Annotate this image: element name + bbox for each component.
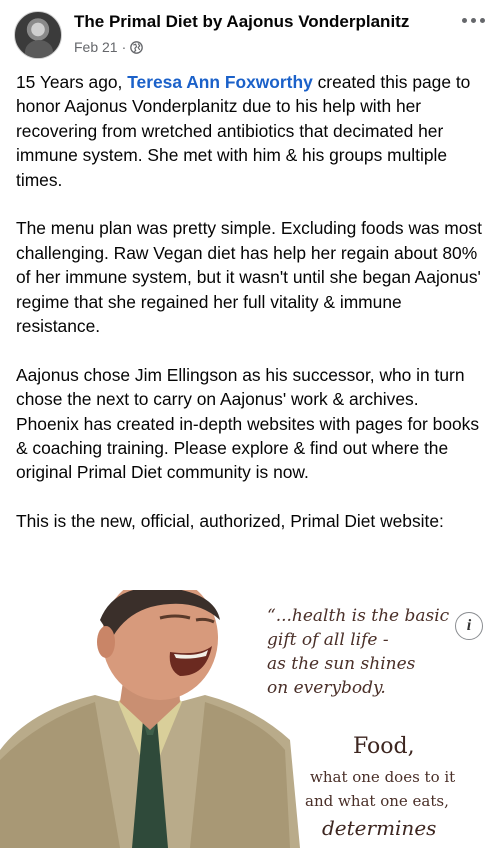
post-paragraph-4: This is the new, official, authorized, P…	[16, 511, 444, 532]
quote-line: and what one eats,	[305, 792, 449, 810]
quote-line: Food,	[353, 734, 415, 759]
avatar[interactable]	[14, 11, 62, 59]
post-paragraph-1: 15 Years ago, Teresa Ann Foxworthy creat…	[16, 70, 486, 192]
more-dot	[470, 17, 476, 23]
quote-line: as the sun shines	[267, 654, 416, 674]
post-text-segment: 15 Years ago,	[16, 72, 128, 92]
page-name[interactable]: The Primal Diet by Aajonus Vonderplanitz	[74, 12, 409, 32]
more-dot	[461, 17, 467, 23]
more-dot	[479, 17, 485, 23]
post-paragraph-2: The menu plan was pretty simple. Excludi…	[16, 218, 482, 337]
mention-link[interactable]: Teresa Ann Foxworthy	[127, 72, 313, 92]
post-date[interactable]: Feb 21	[74, 39, 118, 55]
globe-icon[interactable]	[130, 40, 144, 54]
quote-line: “...health is the basic	[267, 606, 450, 626]
post-meta: Feb 21 ·	[74, 39, 144, 55]
more-options-icon[interactable]	[456, 10, 490, 30]
post-header: The Primal Diet by Aajonus Vonderplanitz…	[0, 0, 500, 66]
quote-line: gift of all life -	[267, 630, 389, 650]
meta-separator: ·	[121, 39, 127, 55]
post-paragraph-3: Aajonus chose Jim Ellingson as his succe…	[16, 364, 480, 483]
info-icon[interactable]: i	[455, 612, 483, 640]
post-text: 15 Years ago, Teresa Ann Foxworthy creat…	[16, 70, 486, 558]
quote-line: what one does to it	[310, 768, 456, 786]
quote-line: on everybody.	[267, 678, 386, 698]
quote-line: determines	[322, 816, 437, 840]
